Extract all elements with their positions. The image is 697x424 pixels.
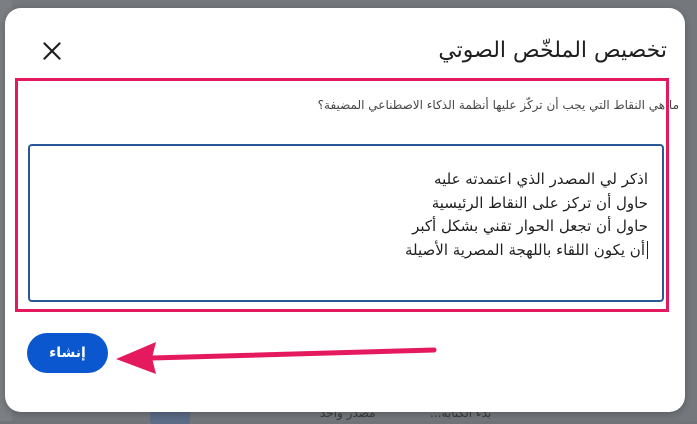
focus-question-label: ما هي النقاط التي يجب أن تركّز عليها أنظ… — [317, 98, 679, 112]
focus-prompt-textarea[interactable]: اذكر لي المصدر الذي اعتمدته عليه حاول أن… — [28, 144, 664, 302]
annotation-arrow-icon — [116, 342, 437, 374]
prompt-line: اذكر لي المصدر الذي اعتمدته عليه — [434, 170, 648, 188]
prompt-line: حاول أن تجعل الحوار تقني بشكل أكبر — [412, 217, 648, 235]
close-button[interactable] — [39, 38, 65, 64]
prompt-line: حاول أن تركز على النقاط الرئيسية — [431, 193, 648, 212]
close-icon — [43, 42, 61, 60]
prompt-text: اذكر لي المصدر الذي اعتمدته عليه حاول أن… — [405, 168, 648, 262]
dialog-title: تخصيص الملخّص الصوتي — [438, 38, 667, 63]
prompt-line: أن يكون اللقاء باللهجة المصرية الأصيلة — [405, 240, 645, 259]
text-caret — [647, 241, 648, 259]
create-button[interactable]: إنشاء — [27, 333, 108, 373]
